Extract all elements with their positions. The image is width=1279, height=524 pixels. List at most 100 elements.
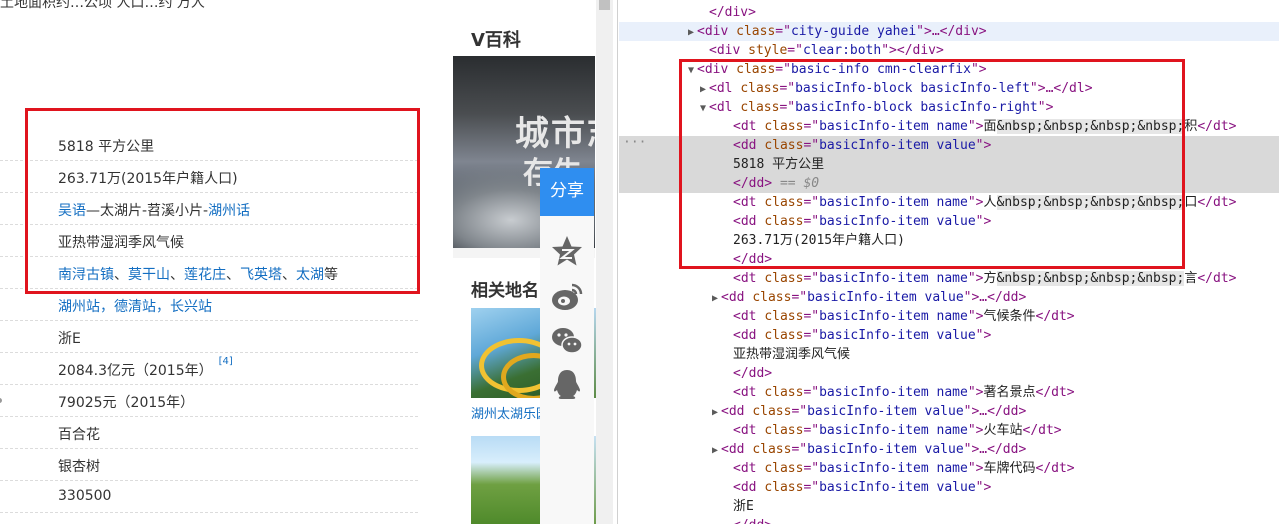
code-token: basicInfo-item name [819, 423, 968, 438]
dom-node-content: <dt class="basicInfo-item name">气候条件</dt… [721, 307, 1075, 326]
weibo-icon[interactable] [550, 280, 584, 314]
code-token: <dd [733, 328, 765, 343]
code-token: "> [967, 385, 984, 400]
code-token: </dd> [733, 518, 772, 524]
dom-node-line[interactable]: ▶ <div class="city-guide yahei">…</div> [619, 22, 1279, 41]
info-row: 79025元（2015年） [0, 385, 418, 417]
info-text: 2084.3亿元（2015年） [58, 363, 213, 379]
code-token: basicInfo-item name [819, 271, 968, 286]
dom-node-line[interactable]: </dd> [619, 516, 1279, 524]
code-token: class [752, 404, 792, 419]
dom-node-line[interactable]: <dd class="basicInfo-item value"> [619, 326, 1279, 345]
dom-node-content: 亚热带湿润季风气候 [721, 345, 850, 364]
dom-node-line[interactable]: ▶ <dd class="basicInfo-item value">…</dd> [619, 402, 1279, 421]
red-highlight-box-left [25, 108, 420, 294]
dom-node-content: <div style="clear:both"></div> [697, 41, 944, 60]
page-scrollbar-thumb[interactable] [599, 0, 610, 10]
dom-node-content: ▶ <dd class="basicInfo-item value">…</dd> [709, 402, 1026, 422]
code-token: </dt> [1035, 309, 1075, 324]
code-token: ">…</dd> [963, 290, 1027, 305]
code-token: 亚热带湿润季风气候 [733, 347, 851, 362]
code-token: =" [803, 385, 820, 400]
code-token: "> [967, 309, 984, 324]
dom-node-line[interactable]: <dt class="basicInfo-item name">方&nbsp;&… [619, 269, 1279, 288]
code-token: class [752, 290, 792, 305]
baike-info-panel: 土地面积约…公顷 人口…约 万人 5818 平方公里 263.71万(2015年户… [0, 0, 452, 524]
dom-node-line[interactable]: <dt class="basicInfo-item name">气候条件</dt… [619, 307, 1279, 326]
dom-node-line[interactable]: <div style="clear:both"></div> [619, 41, 1279, 60]
code-token: 方 [983, 271, 997, 286]
dom-node-line[interactable]: <dt class="basicInfo-item name">火车站</dt> [619, 421, 1279, 440]
code-token: class [764, 385, 804, 400]
code-token: class [752, 442, 792, 457]
code-token: basicInfo-item value [819, 328, 976, 343]
dom-node-content: <dd class="basicInfo-item value"> [721, 326, 991, 345]
info-text: 浙E [58, 331, 81, 347]
info-text: 银杏树 [58, 459, 100, 475]
dom-node-content: <dt class="basicInfo-item name">车牌代码</dt… [721, 459, 1075, 478]
code-token: basicInfo-item name [819, 385, 968, 400]
code-token: "></div> [881, 43, 944, 58]
code-token: 口 [1184, 195, 1198, 210]
expand-triangle-icon[interactable]: ▶ [709, 289, 721, 308]
code-token: &nbsp;&nbsp;&nbsp;&nbsp; [996, 271, 1185, 286]
code-token: =" [791, 442, 808, 457]
dom-node-line[interactable]: </dd> [619, 364, 1279, 383]
taihu-park-link[interactable]: 湖州太湖乐园 [471, 403, 549, 422]
code-token: "> [975, 328, 992, 343]
page-scrollbar[interactable] [596, 0, 613, 524]
share-sidebar: 分享 [540, 168, 594, 524]
code-token: <dd [721, 290, 753, 305]
code-token: <div [697, 24, 737, 39]
dom-node-line[interactable]: <dd class="basicInfo-item value"> [619, 478, 1279, 497]
code-token: </dt> [1035, 385, 1075, 400]
code-token: 著名景点 [983, 385, 1036, 400]
code-token: class [764, 271, 804, 286]
info-text: 330500 [58, 488, 112, 504]
dom-node-content: <dt class="basicInfo-item name">著名景点</dt… [721, 383, 1075, 402]
expand-triangle-icon[interactable]: ▶ [709, 441, 721, 460]
wechat-icon[interactable] [550, 324, 584, 358]
qq-icon[interactable] [550, 368, 584, 402]
favorite-star-icon[interactable] [550, 234, 584, 268]
bullet-icon [0, 398, 2, 403]
devtools-elements-panel: </dd>浙E<dd class="basicInfo-item value">… [619, 0, 1279, 524]
dom-node-line[interactable]: <dt class="basicInfo-item name">车牌代码</dt… [619, 459, 1279, 478]
code-token: basicInfo-item name [819, 309, 968, 324]
info-link[interactable]: 湖州站，德清站，长兴站 [58, 299, 212, 315]
dom-node-line[interactable]: ▶ <dd class="basicInfo-item value">…</dd> [619, 440, 1279, 459]
code-token: "> [975, 480, 992, 495]
info-row: 浙E [0, 321, 418, 353]
dom-node-line[interactable]: <dt class="basicInfo-item name">著名景点</dt… [619, 383, 1279, 402]
dom-node-line[interactable]: ▶ <dd class="basicInfo-item value">…</dd> [619, 288, 1279, 307]
code-token: class [736, 24, 776, 39]
dom-node-line[interactable]: 亚热带湿润季风气候 [619, 345, 1279, 364]
related-places-title: 相关地名 [471, 281, 539, 301]
expand-triangle-icon[interactable]: ▶ [685, 23, 697, 42]
code-token: =" [803, 461, 820, 476]
code-token: </dt> [1197, 195, 1237, 210]
expand-triangle-icon[interactable]: ▶ [709, 403, 721, 422]
info-value: 79025元（2015年） [58, 392, 194, 412]
top-partial-text: 土地面积约…公顷 人口…约 万人 [0, 0, 205, 11]
code-token: style [748, 43, 788, 58]
code-token: </dt> [1197, 271, 1237, 286]
dom-node-content: <dd class="basicInfo-item value"> [721, 478, 991, 497]
info-value: 2084.3亿元（2015年） [4] [58, 356, 233, 380]
info-value: 浙E [58, 328, 81, 348]
dom-node-content: </dd> [721, 516, 772, 524]
code-token: <dd [733, 480, 765, 495]
code-token: basicInfo-item value [807, 442, 964, 457]
dom-node-line[interactable]: 浙E [619, 497, 1279, 516]
code-token: =" [791, 404, 808, 419]
devtools-divider[interactable] [617, 0, 618, 524]
citation-link[interactable]: [4] [219, 356, 233, 367]
code-token: ">…</div> [916, 24, 987, 39]
dom-node-line[interactable]: </div> [619, 3, 1279, 22]
info-row: 银杏树 [0, 449, 418, 481]
dom-node-content: ▶ <div class="city-guide yahei">…</div> [685, 22, 987, 42]
code-token: <dd [721, 442, 753, 457]
code-token: basicInfo-item name [819, 461, 968, 476]
code-token: =" [803, 309, 820, 324]
share-button[interactable]: 分享 [540, 168, 594, 216]
